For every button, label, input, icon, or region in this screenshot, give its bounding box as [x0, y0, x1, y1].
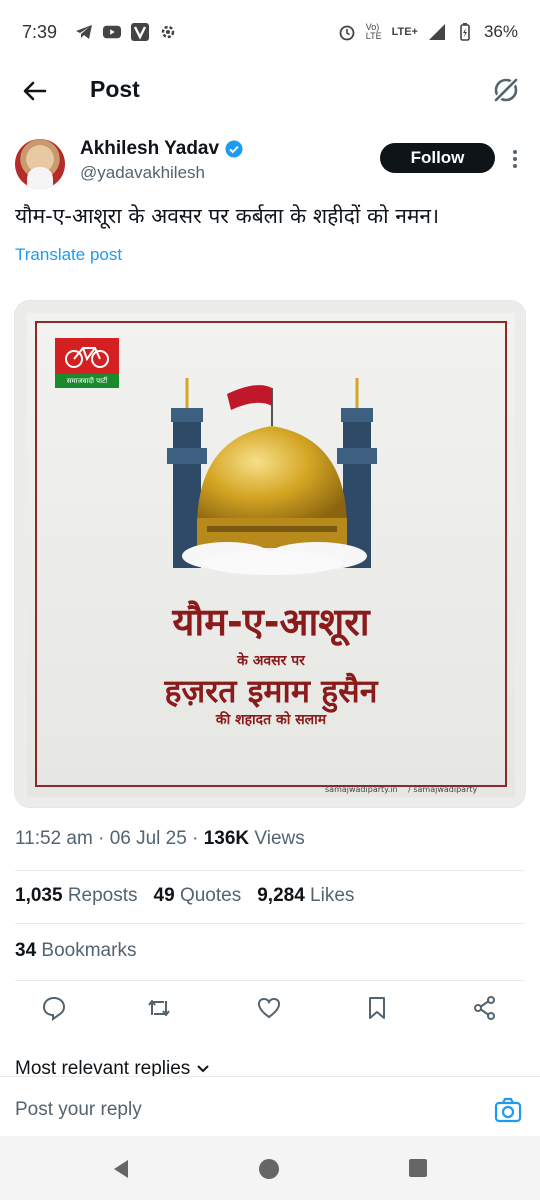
poster-title: यौम-ए-आशूरा — [172, 600, 370, 644]
divider — [15, 870, 525, 871]
author-name[interactable]: Akhilesh Yadav — [80, 138, 219, 160]
settings-icon — [159, 23, 177, 41]
system-nav-bar — [0, 1136, 540, 1200]
post-time: 11:52 am — [15, 828, 93, 849]
reply-input[interactable]: Post your reply — [15, 1099, 142, 1121]
reply-composer: Post your reply — [0, 1076, 540, 1136]
author-avatar[interactable] — [15, 139, 65, 189]
post-image[interactable]: समाजवादी पार्टी यौम-ए-आशूरा के अवसर पर ह… — [14, 300, 526, 808]
quotes-count: 49 — [153, 885, 175, 906]
alarm-icon — [338, 23, 356, 41]
more-options-icon[interactable] — [510, 148, 520, 170]
bookmarks-count: 34 — [15, 940, 37, 961]
post-date: 06 Jul 25 — [109, 828, 187, 849]
status-time: 7:39 — [22, 21, 58, 42]
home-circle-icon[interactable] — [258, 1158, 280, 1185]
views-count: 136K — [203, 828, 250, 849]
network-type: LTE+ — [391, 26, 418, 38]
status-bar: 7:39 Vo) LTE LTE+ 36% — [0, 0, 540, 64]
repost-icon[interactable] — [146, 995, 172, 1021]
battery-percent: 36% — [483, 22, 518, 41]
youtube-icon — [103, 23, 122, 41]
reposts-label: Reposts — [67, 885, 138, 906]
author-name-row[interactable]: Akhilesh Yadav — [80, 138, 243, 160]
bookmarks-stat[interactable]: 34 Bookmarks — [15, 940, 136, 962]
verified-badge-icon — [225, 140, 243, 158]
poster-footer: samajwadiparty.in / samajwadiparty — [325, 785, 485, 794]
bookmark-icon[interactable] — [364, 995, 390, 1021]
poster-website: samajwadiparty.in — [325, 785, 398, 794]
quotes-stat[interactable]: 49 Quotes — [154, 885, 242, 907]
likes-label: Likes — [310, 885, 355, 906]
camera-icon[interactable] — [494, 1097, 522, 1123]
post-meta: 11:52 am · 06 Jul 25 · 136K Views — [15, 828, 305, 849]
shrine-illustration — [167, 378, 377, 575]
reposts-stat[interactable]: 1,035 Reposts — [15, 885, 138, 907]
back-triangle-icon[interactable] — [110, 1158, 132, 1185]
recents-square-icon[interactable] — [408, 1158, 428, 1183]
grok-icon[interactable] — [490, 74, 522, 106]
poster-subtitle: के अवसर पर — [237, 653, 305, 669]
reposts-count: 1,035 — [15, 885, 63, 906]
divider — [15, 923, 525, 924]
bicycle-icon — [65, 347, 109, 368]
party-logo: समाजवादी पार्टी — [55, 338, 119, 388]
post-text: यौम-ए-आशूरा के अवसर पर कर्बला के शहीदों … — [15, 204, 440, 228]
quotes-label: Quotes — [179, 885, 242, 906]
author-handle[interactable]: @yadavakhilesh — [80, 163, 205, 183]
translate-post-link[interactable]: Translate post — [15, 245, 122, 265]
battery-icon — [456, 23, 474, 41]
telegram-icon — [75, 23, 93, 41]
party-logo-text: समाजवादी पार्टी — [55, 374, 119, 388]
follow-button[interactable]: Follow — [380, 143, 495, 173]
poster: समाजवादी पार्टी यौम-ए-आशूरा के अवसर पर ह… — [27, 313, 515, 797]
share-icon[interactable] — [472, 995, 498, 1021]
v-app-icon — [131, 23, 150, 41]
poster-social: / samajwadiparty — [408, 785, 478, 794]
notification-icons — [75, 23, 177, 41]
poster-caption: की शहादत को सलाम — [215, 712, 327, 728]
top-app-bar: Post — [0, 64, 540, 116]
divider — [15, 980, 525, 981]
poster-heading: हज़रत इमाम हुसैन — [164, 672, 378, 710]
like-heart-icon[interactable] — [256, 995, 282, 1021]
action-bar — [0, 995, 540, 1025]
reply-icon[interactable] — [41, 995, 67, 1021]
likes-count: 9,284 — [257, 885, 305, 906]
page-title: Post — [90, 76, 140, 102]
volte-icon: Vo) LTE — [365, 22, 382, 41]
back-arrow-icon[interactable] — [20, 76, 50, 106]
views-label: Views — [254, 828, 305, 849]
signal-icon — [428, 23, 446, 41]
bookmarks-label: Bookmarks — [41, 940, 137, 961]
likes-stat[interactable]: 9,284 Likes — [257, 885, 354, 907]
engagement-stats: 1,035 Reposts 49 Quotes 9,284 Likes — [15, 885, 354, 907]
